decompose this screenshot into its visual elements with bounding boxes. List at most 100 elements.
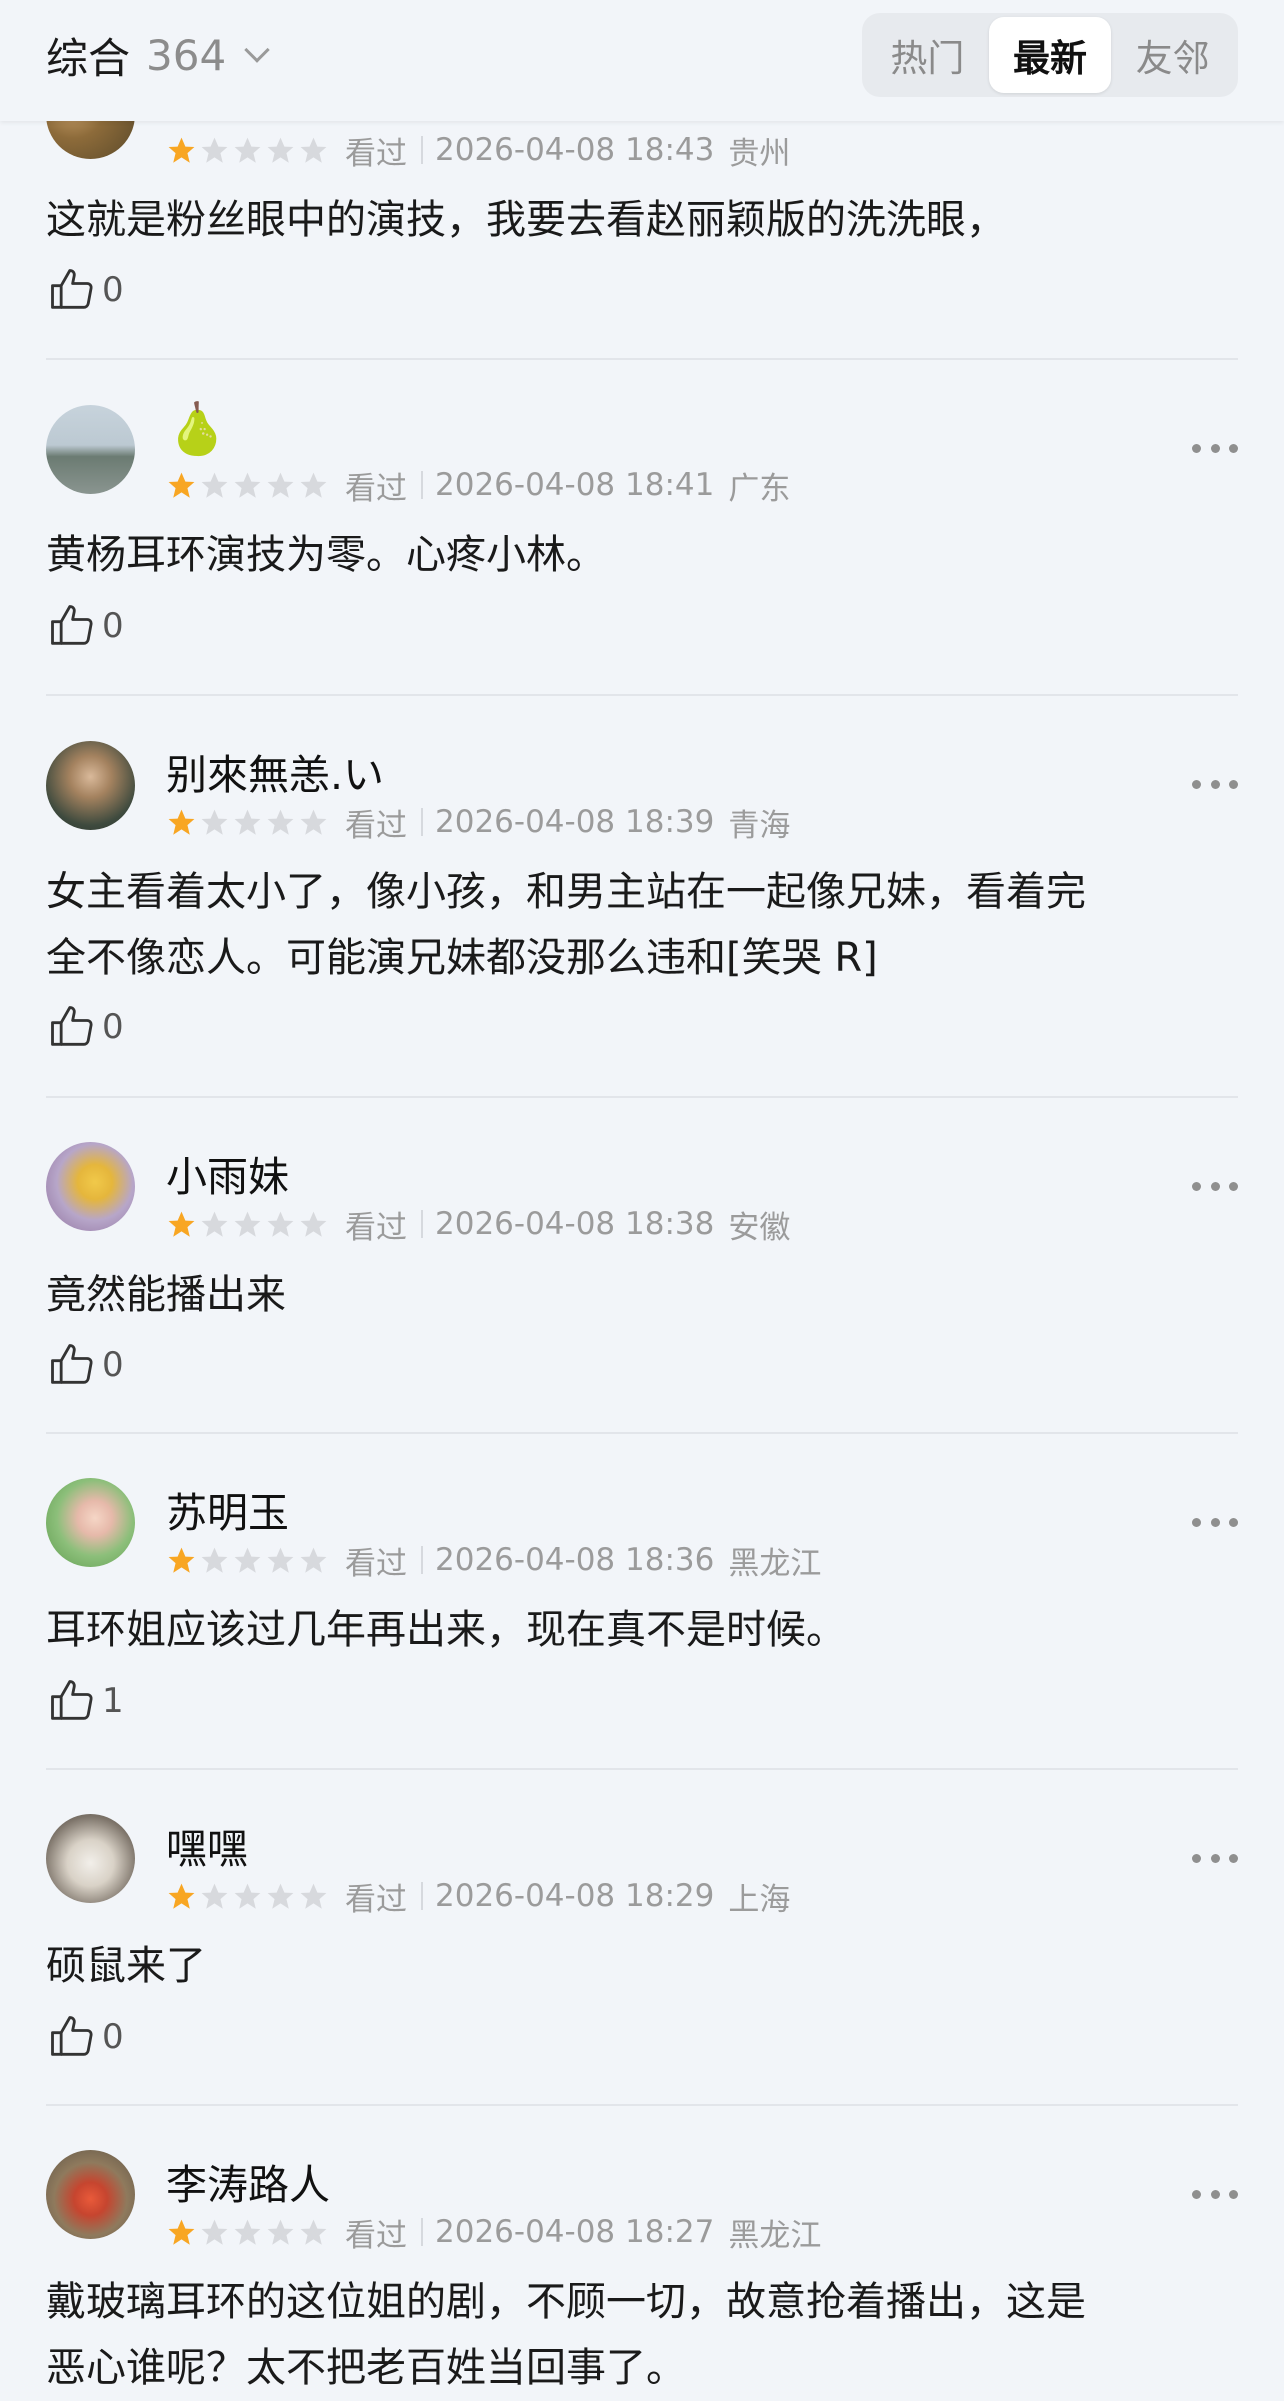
- like-button[interactable]: 0: [46, 596, 124, 656]
- comment-text: 竟然能播出来: [46, 1272, 286, 1318]
- username[interactable]: 嘿嘿: [166, 1815, 248, 1875]
- divider: [421, 808, 423, 836]
- avatar[interactable]: [46, 1478, 135, 1567]
- watch-status: 看过: [345, 470, 407, 507]
- comment-text: 戴玻璃耳环的这位姐的剧，不顾一切，故意抢着播出，这是 恶心谁呢？太不把老百姓当回…: [46, 2269, 1238, 2401]
- star-empty-icon: [201, 1211, 228, 1237]
- star-rating: [166, 807, 331, 838]
- more-options-button[interactable]: [1192, 769, 1238, 799]
- comment-text-line: 女主看着太小了，像小孩，和男主站在一起像兄妹，看着完: [46, 869, 1086, 915]
- thumbs-up-icon: [51, 1344, 93, 1384]
- star-empty-icon: [300, 809, 327, 835]
- meta-row: 看过 2026-04-08 18:27 黑龙江: [166, 2212, 821, 2254]
- username[interactable]: 🍐: [166, 400, 228, 459]
- divider: [421, 1546, 423, 1574]
- avatar[interactable]: [46, 1814, 135, 1903]
- comment-datetime: 2026-04-08 18:36: [435, 1542, 715, 1578]
- star-empty-icon: [300, 137, 327, 163]
- watch-status: 看过: [345, 135, 407, 172]
- star-empty-icon: [201, 1883, 228, 1909]
- more-options-button[interactable]: [1192, 1171, 1238, 1201]
- watch-status: 看过: [345, 2217, 407, 2254]
- sort-label: 综合: [46, 33, 131, 83]
- star-empty-icon: [201, 472, 228, 498]
- star-empty-icon: [267, 472, 294, 498]
- star-empty-icon: [234, 472, 261, 498]
- avatar[interactable]: [46, 1142, 135, 1231]
- username[interactable]: 别來無恙.い: [166, 741, 384, 801]
- comment-region: 青海: [728, 807, 791, 844]
- star-filled-icon: [168, 472, 195, 498]
- comment-text: 黄杨耳环演技为零。心疼小林。: [46, 532, 606, 578]
- avatar[interactable]: [46, 405, 135, 494]
- username[interactable]: 小雨妹: [166, 1143, 289, 1203]
- star-empty-icon: [201, 137, 228, 163]
- star-empty-icon: [234, 1211, 261, 1237]
- star-empty-icon: [201, 809, 228, 835]
- like-button[interactable]: 0: [46, 2007, 124, 2067]
- username[interactable]: 李涛路人: [166, 2151, 330, 2211]
- meta-row: 看过 2026-04-08 18:41 广东: [166, 465, 791, 507]
- chevron-down-icon: [244, 37, 270, 63]
- star-rating: [166, 135, 331, 166]
- star-empty-icon: [267, 1211, 294, 1237]
- like-count: 0: [102, 1345, 124, 1385]
- comment-divider: [46, 1432, 1238, 1434]
- star-empty-icon: [234, 137, 261, 163]
- tab-hot[interactable]: 热门: [866, 17, 989, 93]
- comment-datetime: 2026-04-08 18:29: [435, 1878, 715, 1914]
- comment-divider: [46, 358, 1238, 360]
- tab-latest[interactable]: 最新: [988, 17, 1112, 93]
- comment-divider: [46, 1096, 1238, 1098]
- more-options-button[interactable]: [1192, 1507, 1238, 1537]
- like-count: 0: [102, 1007, 124, 1047]
- meta-row: 看过 2026-04-08 18:36 黑龙江: [166, 1540, 821, 1582]
- star-empty-icon: [234, 809, 261, 835]
- comment-region: 贵州: [728, 135, 791, 172]
- comment-count: 364: [146, 30, 227, 80]
- comment-text: 耳环姐应该过几年再出来，现在真不是时候。: [46, 1607, 846, 1653]
- sort-dropdown[interactable]: 综合 364: [46, 24, 270, 86]
- star-empty-icon: [300, 2219, 327, 2245]
- sort-tabs: 热门 最新 友邻: [862, 13, 1238, 97]
- meta-row: 看过 2026-04-08 18:39 青海: [166, 802, 791, 844]
- star-empty-icon: [201, 2219, 228, 2245]
- thumbs-up-icon: [51, 269, 93, 309]
- meta-row: 看过 2026-04-08 18:38 安徽: [166, 1204, 790, 1246]
- star-empty-icon: [267, 1547, 294, 1573]
- like-button[interactable]: 0: [46, 1335, 124, 1395]
- thumbs-up-icon: [51, 1680, 93, 1720]
- comment-divider: [46, 1768, 1238, 1770]
- like-count: 0: [102, 270, 124, 310]
- like-button[interactable]: 0: [46, 997, 124, 1057]
- comment-text-line: 全不像恋人。可能演兄妹都没那么违和[笑哭 R]: [46, 935, 878, 981]
- avatar[interactable]: [46, 2150, 135, 2239]
- star-rating: [166, 2217, 331, 2248]
- comment-region: 广东: [728, 470, 791, 507]
- like-count: 0: [102, 606, 124, 646]
- star-filled-icon: [168, 2219, 195, 2245]
- more-options-button[interactable]: [1192, 1843, 1238, 1873]
- star-empty-icon: [201, 1547, 228, 1573]
- divider: [421, 136, 423, 164]
- star-filled-icon: [168, 137, 195, 163]
- more-options-button[interactable]: [1192, 433, 1238, 463]
- star-rating: [166, 1209, 331, 1240]
- comment-text: 这就是粉丝眼中的演技，我要去看赵丽颖版的洗洗眼，: [46, 197, 1006, 243]
- comment-region: 上海: [728, 1881, 791, 1918]
- divider: [421, 1210, 423, 1238]
- like-button[interactable]: 1: [46, 1671, 124, 1731]
- more-options-button[interactable]: [1192, 2179, 1238, 2209]
- star-empty-icon: [234, 1883, 261, 1909]
- tab-friends[interactable]: 友邻: [1111, 17, 1234, 93]
- star-empty-icon: [267, 137, 294, 163]
- like-button[interactable]: 0: [46, 260, 124, 320]
- star-empty-icon: [300, 1547, 327, 1573]
- username[interactable]: 苏明玉: [166, 1479, 289, 1539]
- comment-datetime: 2026-04-08 18:43: [435, 132, 715, 168]
- avatar[interactable]: [46, 741, 135, 830]
- comment-text-line: 恶心谁呢？太不把老百姓当回事了。: [46, 2345, 686, 2391]
- star-filled-icon: [168, 1211, 195, 1237]
- star-filled-icon: [168, 809, 195, 835]
- comment-divider: [46, 694, 1238, 696]
